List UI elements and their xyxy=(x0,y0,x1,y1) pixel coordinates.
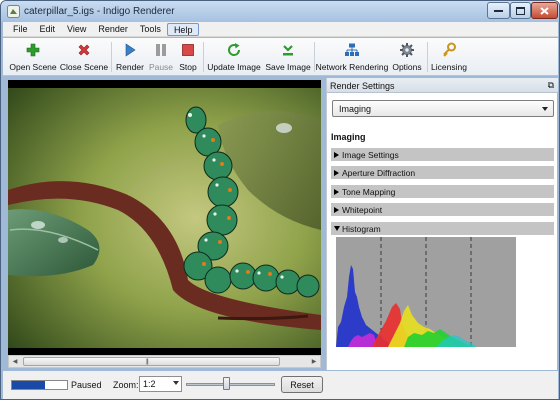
app-icon xyxy=(7,5,20,18)
render-viewport[interactable] xyxy=(8,80,321,359)
scrollbar-thumb[interactable]: ||| xyxy=(23,357,280,366)
section-image-settings[interactable]: Image Settings xyxy=(331,148,554,161)
section-label: Tone Mapping xyxy=(342,186,396,197)
collapse-arrow-icon xyxy=(331,226,342,231)
status-text: Paused xyxy=(71,380,102,390)
pause-label: Pause xyxy=(148,62,174,72)
menu-render[interactable]: Render xyxy=(92,23,134,36)
maximize-button[interactable] xyxy=(510,2,531,19)
close-scene-button[interactable]: Close Scene xyxy=(59,40,109,74)
play-icon xyxy=(125,43,136,57)
menu-tools[interactable]: Tools xyxy=(134,23,167,36)
close-icon xyxy=(540,6,549,15)
toolbar-separator xyxy=(427,42,428,72)
status-bar: Paused Zoom: 1:2 Reset xyxy=(3,371,558,399)
x-icon xyxy=(78,44,90,56)
zoom-label: Zoom: xyxy=(113,380,139,390)
section-tone-mapping[interactable]: Tone Mapping xyxy=(331,185,554,198)
pause-button[interactable]: Pause xyxy=(148,40,174,74)
save-image-button[interactable]: Save Image xyxy=(265,40,311,74)
section-heading: Imaging xyxy=(331,132,366,142)
menu-help[interactable]: Help xyxy=(166,22,200,36)
options-label: Options xyxy=(392,62,422,72)
zoom-slider-track[interactable] xyxy=(186,383,275,386)
expand-arrow-icon xyxy=(331,169,342,176)
zoom-slider-thumb[interactable] xyxy=(222,377,230,390)
zoom-value: 1:2 xyxy=(143,379,156,389)
title-bar: caterpillar_5.igs - Indigo Renderer xyxy=(1,1,559,22)
network-icon xyxy=(345,43,359,56)
licensing-button[interactable]: Licensing xyxy=(431,40,467,74)
horizontal-scrollbar[interactable]: ◀ ||| ▶ xyxy=(8,355,321,368)
float-panel-icon[interactable]: ⧉ xyxy=(548,80,554,91)
close-button[interactable] xyxy=(531,2,558,19)
open-scene-button[interactable]: Open Scene xyxy=(9,40,57,74)
refresh-icon xyxy=(228,43,241,56)
expand-arrow-icon xyxy=(331,151,342,158)
save-image-label: Save Image xyxy=(265,62,311,72)
render-button[interactable]: Render xyxy=(115,40,145,74)
download-icon xyxy=(283,45,293,56)
render-progress-bar xyxy=(11,380,68,390)
grip-icon: ||| xyxy=(146,359,149,365)
licensing-label: Licensing xyxy=(431,62,467,72)
scroll-left-icon[interactable]: ◀ xyxy=(9,356,21,367)
plus-icon xyxy=(26,43,40,57)
zoom-select[interactable]: 1:2 xyxy=(139,376,182,392)
reset-button[interactable]: Reset xyxy=(281,376,323,393)
scroll-right-icon[interactable]: ▶ xyxy=(308,356,320,367)
toolbar-separator xyxy=(111,42,112,72)
progress-fill xyxy=(12,381,45,389)
menu-bar: File Edit View Render Tools Help xyxy=(3,22,558,37)
gear-icon xyxy=(400,43,414,57)
expand-arrow-icon xyxy=(331,206,342,213)
close-scene-label: Close Scene xyxy=(59,62,109,72)
network-rendering-label: Network Rendering xyxy=(315,62,389,72)
render-label: Render xyxy=(116,62,144,72)
update-image-label: Update Image xyxy=(207,62,261,72)
pause-icon xyxy=(156,44,166,56)
options-button[interactable]: Options xyxy=(391,40,423,74)
window-title: caterpillar_5.igs - Indigo Renderer xyxy=(24,6,175,17)
maximize-icon xyxy=(516,6,525,15)
expand-arrow-icon xyxy=(331,188,342,195)
panel-header: Render Settings ⧉ xyxy=(327,78,558,93)
settings-mode-select[interactable]: Imaging xyxy=(332,100,554,117)
section-label: Histogram xyxy=(342,223,381,234)
key-icon xyxy=(443,42,456,57)
toolbar: Open Scene Close Scene Render Pause Stop… xyxy=(3,38,558,76)
menu-file[interactable]: File xyxy=(7,23,34,36)
stop-icon xyxy=(182,44,194,56)
section-label: Aperture Diffraction xyxy=(342,167,416,178)
section-label: Image Settings xyxy=(342,149,399,160)
histogram xyxy=(336,237,516,347)
rendered-image xyxy=(8,88,321,348)
network-rendering-button[interactable]: Network Rendering xyxy=(315,40,389,74)
panel-title: Render Settings xyxy=(330,81,395,91)
open-scene-label: Open Scene xyxy=(9,62,57,72)
toolbar-separator xyxy=(203,42,204,72)
minimize-button[interactable] xyxy=(487,2,510,19)
histogram-plot xyxy=(336,237,476,347)
stop-label: Stop xyxy=(179,62,197,72)
section-label: Whitepoint xyxy=(342,204,383,215)
update-image-button[interactable]: Update Image xyxy=(207,40,261,74)
chevron-down-icon xyxy=(173,381,179,385)
section-whitepoint[interactable]: Whitepoint xyxy=(331,203,554,216)
menu-edit[interactable]: Edit xyxy=(34,23,62,36)
section-aperture-diffraction[interactable]: Aperture Diffraction xyxy=(331,166,554,179)
minimize-icon xyxy=(494,10,503,12)
render-settings-panel: Render Settings ⧉ Imaging Imaging Image … xyxy=(326,78,558,370)
chevron-down-icon xyxy=(542,107,548,111)
stop-button[interactable]: Stop xyxy=(177,40,199,74)
section-histogram[interactable]: Histogram xyxy=(331,222,554,235)
app-window: caterpillar_5.igs - Indigo Renderer File… xyxy=(0,0,560,400)
menu-view[interactable]: View xyxy=(61,23,92,36)
settings-mode-value: Imaging xyxy=(339,104,372,114)
